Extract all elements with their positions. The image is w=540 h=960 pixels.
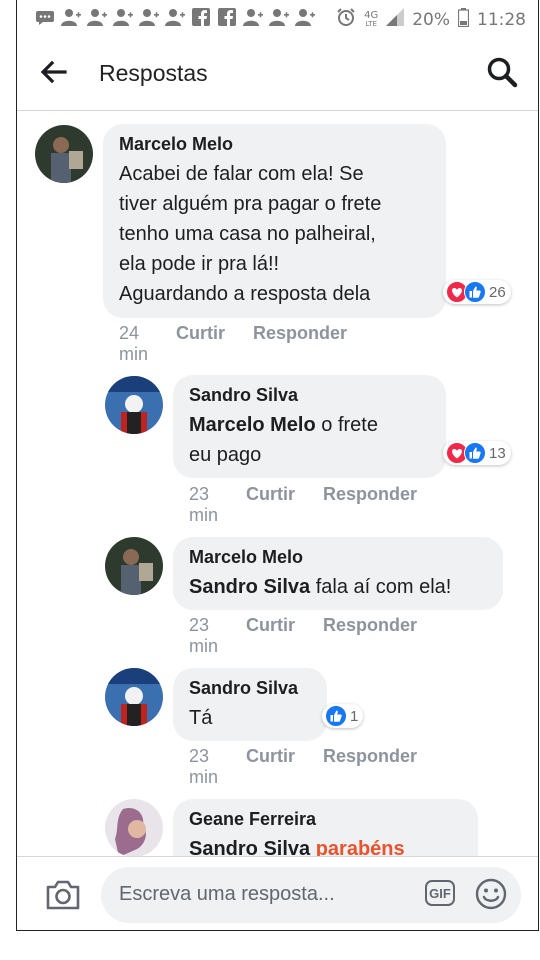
like-reaction-icon [464, 442, 486, 464]
comment-author[interactable]: Sandro Silva [189, 678, 311, 699]
status-bar: 4G LTE 20% 11:28 [17, 0, 538, 36]
comment-line: Aguardando a resposta dela [119, 283, 371, 305]
camera-icon [46, 880, 80, 910]
like-reaction-icon [464, 281, 486, 303]
battery-percent: 20% [412, 9, 450, 30]
friend-request-icon [269, 8, 289, 26]
comment-line: o frete [315, 414, 378, 436]
like-action[interactable]: Curtir [176, 323, 225, 365]
avatar[interactable] [105, 537, 163, 595]
emoji-button[interactable] [475, 878, 507, 910]
comment-line: tenho uma casa no palheiral, [119, 223, 376, 245]
emoji-icon [475, 878, 507, 910]
gif-button[interactable]: GIF [425, 880, 455, 906]
reaction-summary[interactable]: 13 [443, 441, 511, 465]
comment-author[interactable]: Geane Ferreira [189, 809, 462, 830]
alarm-icon [336, 7, 356, 32]
avatar[interactable] [35, 125, 93, 183]
comment-author[interactable]: Marcelo Melo [189, 547, 487, 568]
reaction-count: 26 [489, 283, 506, 301]
avatar[interactable] [105, 799, 163, 857]
search-button[interactable] [486, 56, 518, 88]
reply-input[interactable]: Escreva uma resposta... GIF [101, 867, 521, 923]
like-action[interactable]: Curtir [246, 746, 295, 788]
comment-bubble: Marcelo Melo Sandro Silva fala aí com el… [173, 537, 503, 610]
search-icon [487, 57, 518, 88]
comment-author[interactable]: Sandro Silva [189, 385, 430, 406]
battery-icon [457, 7, 470, 32]
friend-request-icon [139, 8, 159, 26]
comment-text: Marcelo Melo o frete eu pago [189, 410, 430, 470]
reaction-count: 13 [489, 444, 506, 462]
mention-link[interactable]: Sandro Silva [189, 576, 310, 598]
mention-link[interactable]: Marcelo Melo [189, 414, 316, 436]
comment-meta: 23 min Curtir Responder [189, 615, 417, 657]
friend-request-icon [113, 8, 133, 26]
comment-meta: 24 min Curtir Responder [119, 323, 347, 365]
reaction-summary[interactable]: 1 [322, 704, 364, 728]
header: Respostas [17, 36, 538, 111]
comment-text: Sandro Silva fala aí com ela! [189, 572, 487, 602]
like-action[interactable]: Curtir [246, 484, 295, 526]
friend-request-icon [61, 8, 81, 26]
reply-action[interactable]: Responder [253, 323, 347, 365]
signal-icon [386, 8, 405, 31]
like-reaction-icon [325, 705, 347, 727]
message-notification-icon [35, 8, 55, 26]
friend-request-icon [165, 8, 185, 26]
reply-action[interactable]: Responder [323, 484, 417, 526]
facebook-icon [217, 8, 237, 26]
network-type: 4G LTE [364, 9, 379, 28]
notification-icons [35, 8, 315, 26]
reaction-count: 1 [350, 707, 359, 725]
comment-line: ela pode ir pra lá!! [119, 253, 280, 275]
comment-time: 23 min [189, 615, 219, 656]
comment-line: fala aí com ela! [310, 576, 452, 598]
comment-line: eu pago [189, 444, 262, 466]
clock: 11:28 [477, 9, 526, 30]
reaction-summary[interactable]: 26 [443, 280, 511, 304]
comment-time: 23 min [189, 746, 219, 787]
reply-action[interactable]: Responder [323, 615, 417, 657]
comment-bubble: Sandro Silva Tá [173, 668, 327, 741]
comment-time: 24 min [119, 323, 149, 364]
comment-text: Acabei de falar com ela! Se tiver alguém… [119, 159, 430, 309]
back-arrow-icon [40, 60, 67, 84]
comment-meta: 23 min Curtir Responder [189, 484, 417, 526]
camera-button[interactable] [45, 879, 81, 911]
reply-composer: Escreva uma resposta... GIF [17, 856, 538, 930]
system-status: 4G LTE 20% 11:28 [336, 7, 526, 32]
back-button[interactable] [39, 60, 69, 86]
friend-request-icon [243, 8, 263, 26]
comment-bubble: Sandro Silva Marcelo Melo o frete eu pag… [173, 375, 446, 478]
comment-bubble: Marcelo Melo Acabei de falar com ela! Se… [103, 124, 446, 318]
avatar[interactable] [105, 376, 163, 434]
friend-request-icon [295, 8, 315, 26]
comment-meta: 23 min Curtir Responder [189, 746, 417, 788]
avatar[interactable] [105, 668, 163, 726]
comment-text: Tá [189, 707, 213, 729]
comment-author[interactable]: Marcelo Melo [119, 134, 430, 155]
reply-input-placeholder: Escreva uma resposta... [119, 883, 335, 905]
comment-line: tiver alguém pra pagar o frete [119, 193, 382, 215]
like-action[interactable]: Curtir [246, 615, 295, 657]
page-title: Respostas [99, 60, 208, 86]
reply-action[interactable]: Responder [323, 746, 417, 788]
comment-time: 23 min [189, 484, 219, 525]
facebook-icon [191, 8, 211, 26]
comment-line: Acabei de falar com ela! Se [119, 163, 364, 185]
app-frame: 4G LTE 20% 11:28 Respostas Marcelo Melo A… [16, 0, 539, 931]
friend-request-icon [87, 8, 107, 26]
